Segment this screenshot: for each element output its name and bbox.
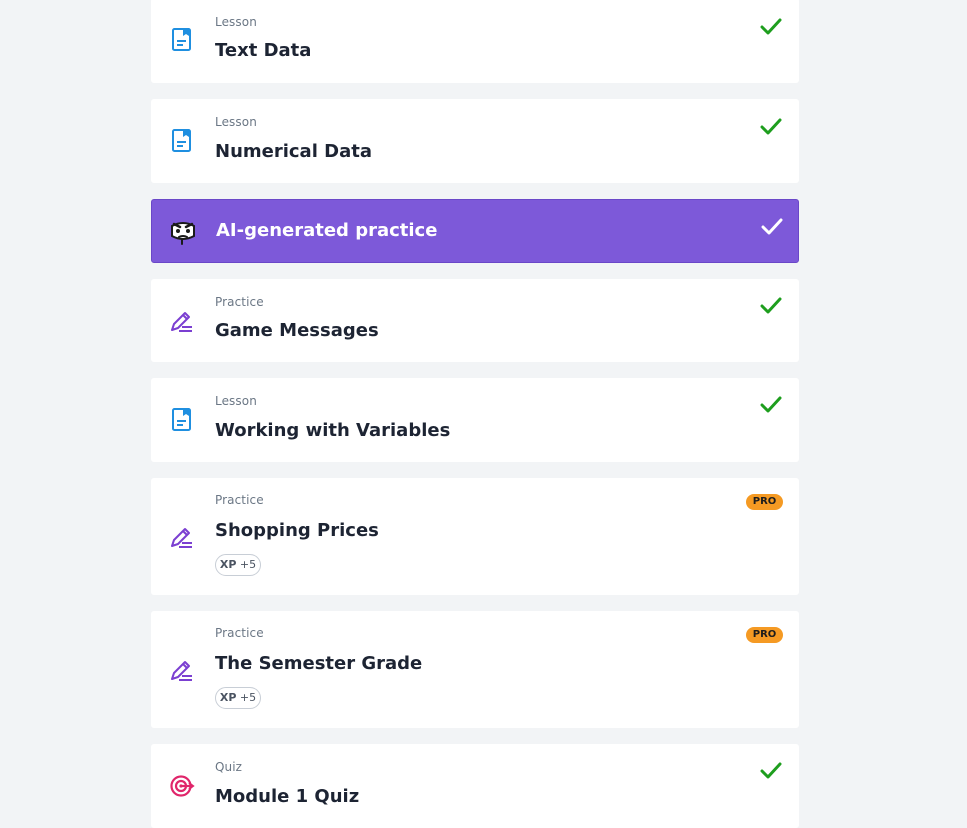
list-item-ai-generated-practice[interactable]: AI-generated practice (151, 199, 799, 263)
item-kind-label: Lesson (215, 394, 257, 408)
item-title: Shopping Prices (215, 520, 379, 541)
item-title: Text Data (215, 40, 312, 61)
item-title: Numerical Data (215, 141, 372, 162)
item-kind-label: Quiz (215, 760, 243, 774)
item-kind-label: Lesson (215, 15, 257, 29)
check-icon (761, 218, 783, 235)
check-icon (760, 118, 782, 135)
pro-badge: PRO (746, 627, 783, 643)
list-item-numerical-data[interactable]: Lesson Numerical Data (151, 99, 799, 183)
lesson-document-icon (172, 28, 191, 51)
list-item-module-1-quiz[interactable]: Quiz Module 1 Quiz (151, 744, 799, 828)
check-icon (760, 18, 782, 35)
check-icon (760, 762, 782, 779)
item-title: Game Messages (215, 320, 379, 341)
list-item-working-with-variables[interactable]: Lesson Working with Variables (151, 378, 799, 462)
list-item-shopping-prices[interactable]: Practice Shopping Prices XP +5 PRO (151, 478, 799, 595)
item-title: Module 1 Quiz (215, 786, 360, 807)
check-icon (760, 297, 782, 314)
list-item-the-semester-grade[interactable]: Practice The Semester Grade XP +5 PRO (151, 611, 799, 728)
lesson-document-icon (172, 129, 191, 152)
item-kind-label: Lesson (215, 115, 257, 129)
item-kind-label: Practice (215, 493, 264, 507)
practice-pencil-icon (171, 528, 192, 548)
practice-pencil-icon (171, 312, 192, 332)
pro-badge: PRO (746, 494, 783, 510)
ai-mascot-icon (171, 222, 195, 245)
item-title: The Semester Grade (215, 653, 423, 674)
xp-label: XP (219, 558, 237, 571)
practice-pencil-icon (171, 661, 192, 681)
xp-value: +5 (239, 691, 257, 704)
quiz-target-icon (170, 775, 195, 797)
check-icon (760, 396, 782, 413)
list-item-text-data[interactable]: Lesson Text Data (151, 0, 799, 83)
xp-reward-pill: XP +5 (215, 554, 261, 576)
item-kind-label: Practice (215, 626, 264, 640)
item-title: AI-generated practice (216, 220, 438, 241)
lesson-document-icon (172, 408, 191, 431)
xp-value: +5 (239, 558, 257, 571)
xp-label: XP (219, 691, 237, 704)
item-kind-label: Practice (215, 295, 264, 309)
item-title: Working with Variables (215, 420, 451, 441)
xp-reward-pill: XP +5 (215, 687, 261, 709)
list-item-game-messages[interactable]: Practice Game Messages (151, 279, 799, 362)
